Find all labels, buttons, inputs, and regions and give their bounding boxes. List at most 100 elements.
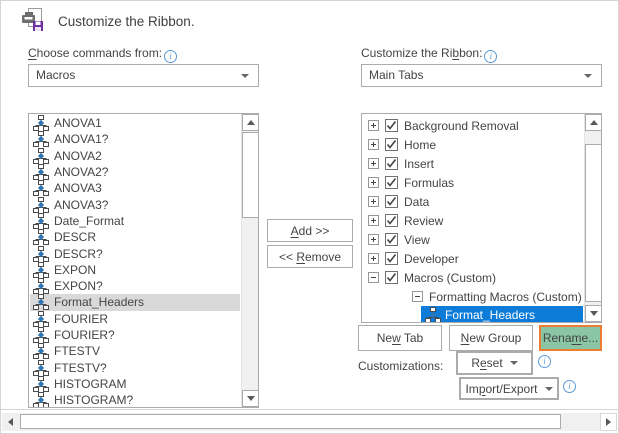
expand-toggle-icon[interactable] — [368, 120, 379, 131]
arrow-up-icon — [589, 120, 598, 125]
list-item[interactable]: EXPON? — [30, 278, 240, 295]
customize-ribbon-icon — [22, 8, 43, 31]
dropdown-value: Macros — [36, 68, 76, 82]
macro-icon — [33, 180, 49, 197]
list-item[interactable]: Date_Format — [30, 212, 240, 229]
list-item[interactable]: HISTOGRAM? — [30, 392, 240, 407]
list-item[interactable]: DESCR — [30, 229, 240, 246]
choose-commands-label: Choose commands from: — [28, 46, 178, 63]
scrollbar-thumb[interactable] — [585, 144, 601, 302]
customize-ribbon-dropdown[interactable]: Main Tabs — [361, 64, 602, 87]
macro-icon — [33, 164, 49, 181]
checkbox[interactable] — [385, 252, 398, 265]
import-export-button[interactable]: Import/Export — [459, 377, 559, 400]
expand-toggle-icon[interactable] — [368, 215, 379, 226]
list-item-label: ANOVA1? — [54, 132, 109, 147]
list-item[interactable]: HISTOGRAM — [30, 375, 240, 392]
tree-item[interactable]: Background Removal — [363, 116, 583, 135]
scroll-down-button[interactable] — [242, 390, 258, 407]
dropdown-value: Main Tabs — [369, 68, 424, 82]
checkbox[interactable] — [385, 233, 398, 246]
list-item[interactable]: EXPON — [30, 261, 240, 278]
new-tab-button[interactable]: New Tab — [358, 325, 442, 351]
scroll-up-button[interactable] — [585, 114, 601, 131]
list-item-label: Date_Format — [54, 213, 125, 228]
tree-item[interactable]: Insert — [363, 154, 583, 173]
tree-item[interactable]: Review — [363, 211, 583, 230]
list-item[interactable]: ANOVA2 — [30, 147, 240, 164]
checkbox[interactable] — [385, 271, 398, 284]
list-item[interactable]: FTESTV? — [30, 359, 240, 376]
checkbox[interactable] — [385, 119, 398, 132]
list-item[interactable]: ANOVA2? — [30, 164, 240, 181]
tree-item[interactable]: Home — [363, 135, 583, 154]
checkbox[interactable] — [385, 214, 398, 227]
list-item-label: EXPON — [54, 262, 97, 277]
list-item[interactable]: FTESTV — [30, 343, 240, 360]
choose-commands-dropdown[interactable]: Macros — [28, 64, 259, 87]
tree-item[interactable]: Macros (Custom) — [363, 268, 583, 287]
new-group-button[interactable]: New Group — [449, 325, 533, 351]
macro-icon — [33, 392, 49, 407]
list-item[interactable]: ANOVA3 — [30, 180, 240, 197]
checkbox[interactable] — [385, 176, 398, 189]
expand-toggle-icon[interactable] — [368, 253, 379, 264]
list-item[interactable]: FOURIER — [30, 310, 240, 327]
expand-toggle-icon[interactable] — [368, 234, 379, 245]
info-icon[interactable] — [538, 355, 551, 368]
chevron-down-icon — [509, 361, 518, 365]
chevron-down-icon — [241, 74, 249, 78]
scrollbar-thumb[interactable] — [242, 132, 258, 218]
expand-toggle-icon[interactable] — [412, 291, 423, 302]
tree-item[interactable]: Format_Headers — [421, 306, 583, 322]
vertical-scrollbar[interactable] — [584, 114, 601, 322]
list-item-label: ANOVA2? — [54, 165, 109, 180]
expand-toggle-icon[interactable] — [368, 177, 379, 188]
expand-toggle-icon[interactable] — [368, 139, 379, 150]
scroll-right-button[interactable] — [600, 413, 617, 431]
vertical-scrollbar[interactable] — [241, 114, 258, 407]
arrow-left-icon — [8, 418, 13, 426]
list-item[interactable]: ANOVA1? — [30, 131, 240, 148]
info-icon[interactable] — [164, 50, 178, 63]
list-item-label: HISTOGRAM — [54, 376, 127, 391]
rename-button[interactable]: Rename... — [539, 325, 602, 351]
expand-toggle-icon[interactable] — [368, 158, 379, 169]
checkbox[interactable] — [385, 138, 398, 151]
tree-item[interactable]: Formatting Macros (Custom) — [363, 287, 583, 306]
page-title: Customize the Ribbon. — [58, 14, 195, 29]
tree-item[interactable]: Formulas — [363, 173, 583, 192]
list-item[interactable]: ANOVA3? — [30, 196, 240, 213]
scroll-down-button[interactable] — [585, 305, 601, 322]
horizontal-scrollbar[interactable] — [2, 413, 617, 431]
expand-toggle-icon[interactable] — [368, 196, 379, 207]
checkbox[interactable] — [385, 157, 398, 170]
scrollbar-thumb[interactable] — [20, 414, 561, 429]
divider — [1, 409, 618, 410]
list-item[interactable]: DESCR? — [30, 245, 240, 262]
macro-icon — [33, 343, 49, 360]
arrow-right-icon — [606, 418, 611, 426]
arrow-down-icon — [589, 311, 598, 316]
list-item[interactable]: ANOVA1 — [30, 115, 240, 132]
tree-item-label: Macros (Custom) — [404, 270, 497, 285]
list-item-label: ANOVA2 — [54, 148, 102, 163]
expand-toggle-icon[interactable] — [368, 272, 379, 283]
reset-button[interactable]: Reset — [456, 351, 533, 375]
remove-button[interactable]: << Remove — [267, 245, 353, 268]
tree-item[interactable]: Developer — [363, 249, 583, 268]
add-button[interactable]: Add >> — [267, 219, 353, 242]
macro-icon — [33, 294, 49, 311]
list-item[interactable]: FOURIER? — [30, 327, 240, 343]
tree-item-label: Background Removal — [404, 118, 519, 133]
scroll-left-button[interactable] — [2, 413, 19, 431]
info-icon[interactable] — [563, 380, 576, 393]
tree-item[interactable]: Data — [363, 192, 583, 211]
info-icon[interactable] — [484, 50, 498, 63]
scroll-up-button[interactable] — [242, 114, 258, 131]
macro-icon — [33, 131, 49, 148]
macro-icon — [33, 261, 49, 278]
tree-item[interactable]: View — [363, 230, 583, 249]
list-item[interactable]: Format_Headers — [30, 294, 240, 311]
checkbox[interactable] — [385, 195, 398, 208]
